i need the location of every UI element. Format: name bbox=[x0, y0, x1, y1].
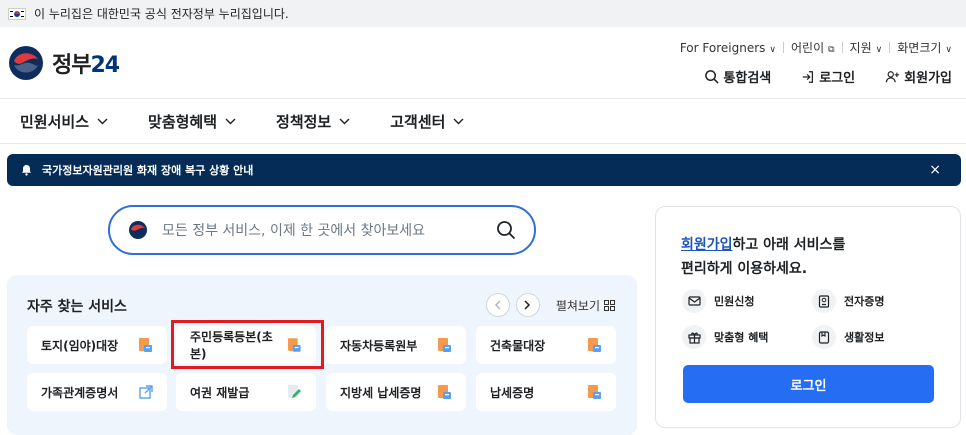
service-e-certificate[interactable]: 전자증명 bbox=[812, 289, 884, 313]
service-custom-benefits[interactable]: 맞춤형 혜택 bbox=[682, 325, 768, 349]
service-card-passport-reissue[interactable]: 여권 재발급 bbox=[176, 373, 316, 411]
header-actions: 통합검색 로그인 회원가입 bbox=[674, 67, 952, 86]
gov-official-banner: 이 누리집은 대한민국 공식 전자정부 누리집입니다. bbox=[0, 0, 966, 27]
service-label: 전자증명 bbox=[844, 295, 885, 308]
bell-icon bbox=[21, 164, 32, 176]
service-card-label: 납세증명 bbox=[490, 385, 535, 400]
site-header: 정부24 For Foreigners ∨ 어린이 ⧉ 지원 ∨ 화면크기 ∨ 통합검색… bbox=[0, 27, 966, 99]
korea-flag-icon bbox=[8, 7, 26, 20]
chevron-down-icon bbox=[339, 118, 350, 124]
divider bbox=[841, 42, 843, 53]
divider bbox=[782, 42, 784, 53]
search-icon[interactable] bbox=[496, 220, 516, 240]
login-message-line2: 편리하게 이용하세요. bbox=[681, 261, 808, 277]
nav-item-customer-center[interactable]: 고객센터 bbox=[390, 111, 464, 132]
taeguk-icon bbox=[129, 221, 147, 239]
service-card-label: 여권 재발급 bbox=[190, 385, 250, 400]
service-card-tax-certificate[interactable]: 납세증명 bbox=[476, 373, 616, 411]
document-edit-icon bbox=[288, 385, 301, 398]
service-label: 맞춤형 혜택 bbox=[714, 331, 769, 344]
view-all-button[interactable]: 펼쳐보기 bbox=[556, 297, 615, 314]
chevron-down-icon bbox=[453, 118, 464, 124]
login-link[interactable]: 로그인 bbox=[801, 67, 855, 86]
envelope-icon bbox=[682, 289, 706, 313]
notice-bar[interactable]: 국가정보자원관리원 화재 장애 복구 상황 안내 × bbox=[7, 154, 961, 186]
external-link-icon bbox=[139, 385, 153, 399]
for-foreigners-link[interactable]: For Foreigners ∨ bbox=[680, 41, 776, 55]
add-user-icon bbox=[885, 70, 900, 82]
service-card-family-relation[interactable]: 가족관계증명서 bbox=[27, 373, 167, 411]
chevron-down-icon: ∨ bbox=[875, 45, 883, 55]
highlight-box bbox=[171, 320, 324, 369]
service-card-local-tax-certificate[interactable]: 지방세 납세증명 bbox=[326, 373, 466, 411]
login-icon bbox=[803, 70, 814, 83]
kids-link[interactable]: 어린이 ⧉ bbox=[791, 39, 835, 56]
service-civil-application[interactable]: 민원신청 bbox=[682, 289, 754, 313]
frequent-services-controls: 펼쳐보기 bbox=[485, 293, 615, 317]
service-label: 민원신청 bbox=[714, 295, 755, 308]
nav-item-policy[interactable]: 정책정보 bbox=[276, 111, 350, 132]
nav-item-benefits[interactable]: 맞춤형혜택 bbox=[148, 111, 236, 132]
chevron-right-icon bbox=[524, 300, 531, 310]
search-input[interactable]: 모든 정부 서비스, 이제 한 곳에서 찾아보세요 bbox=[162, 220, 496, 240]
next-button[interactable] bbox=[515, 293, 540, 317]
grid-icon bbox=[604, 299, 615, 311]
main-nav: 민원서비스 맞춤형혜택 정책정보 고객센터 bbox=[0, 99, 966, 144]
support-menu[interactable]: 지원 ∨ bbox=[850, 39, 883, 56]
service-label: 생활정보 bbox=[844, 331, 885, 344]
service-living-info[interactable]: 생활정보 bbox=[812, 325, 884, 349]
divider bbox=[889, 42, 891, 53]
close-icon[interactable]: × bbox=[929, 162, 941, 178]
service-card-label: 토지(임야)대장 bbox=[41, 338, 119, 353]
bookmark-icon bbox=[812, 325, 836, 349]
nav-item-civil-service[interactable]: 민원서비스 bbox=[20, 111, 108, 132]
service-card-label: 자동차등록원부 bbox=[340, 338, 418, 353]
chevron-down-icon bbox=[97, 118, 108, 124]
taeguk-logo-icon bbox=[9, 46, 43, 80]
service-card-building-register[interactable]: 건축물대장 bbox=[476, 326, 616, 364]
frequent-services-title: 자주 찾는 서비스 bbox=[27, 299, 127, 315]
logo-text: 정부24 bbox=[52, 53, 120, 78]
service-card-label: 건축물대장 bbox=[490, 338, 546, 353]
gov24-logo[interactable]: 정부24 bbox=[8, 45, 120, 81]
document-print-icon bbox=[438, 385, 451, 399]
service-card-label: 지방세 납세증명 bbox=[340, 385, 422, 400]
signup-link[interactable]: 회원가입 bbox=[885, 67, 952, 86]
login-button[interactable]: 로그인 bbox=[683, 365, 934, 403]
gov-banner-text: 이 누리집은 대한민국 공식 전자정부 누리집입니다. bbox=[34, 7, 289, 21]
signup-inline-link[interactable]: 회원가입 bbox=[681, 237, 733, 253]
utility-links: For Foreigners ∨ 어린이 ⧉ 지원 ∨ 화면크기 ∨ bbox=[680, 39, 952, 56]
service-card-label: 가족관계증명서 bbox=[41, 385, 119, 400]
main-search-bar[interactable]: 모든 정부 서비스, 이제 한 곳에서 찾아보세요 bbox=[108, 205, 536, 255]
integrated-search-label: 통합검색 bbox=[723, 71, 772, 86]
gift-icon bbox=[682, 325, 706, 349]
prev-button[interactable] bbox=[485, 293, 510, 317]
login-panel: 회원가입하고 아래 서비스를 편리하게 이용하세요. 민원신청 전자증명 맞춤형… bbox=[655, 206, 961, 428]
signup-label: 회원가입 bbox=[904, 71, 952, 86]
certificate-icon bbox=[812, 289, 836, 313]
document-print-icon bbox=[588, 338, 601, 352]
document-print-icon bbox=[139, 338, 152, 352]
login-message-line1: 하고 아래 서비스를 bbox=[732, 237, 846, 253]
service-card-vehicle-register[interactable]: 자동차등록원부 bbox=[326, 326, 466, 364]
chevron-down-icon: ∨ bbox=[769, 44, 776, 55]
document-print-icon bbox=[438, 338, 451, 352]
notice-text: 국가정보자원관리원 화재 장애 복구 상황 안내 bbox=[42, 164, 254, 177]
search-icon bbox=[705, 70, 720, 84]
integrated-search-button[interactable]: 통합검색 bbox=[704, 67, 771, 86]
chevron-left-icon bbox=[495, 300, 501, 310]
login-message: 회원가입하고 아래 서비스를 편리하게 이용하세요. bbox=[681, 233, 845, 281]
document-print-icon bbox=[588, 385, 601, 399]
zoom-menu[interactable]: 화면크기 ∨ bbox=[897, 39, 952, 56]
chevron-down-icon bbox=[225, 118, 236, 124]
chevron-down-icon: ∨ bbox=[945, 45, 952, 55]
login-label: 로그인 bbox=[819, 71, 856, 86]
service-card-land-register[interactable]: 토지(임야)대장 bbox=[27, 326, 167, 364]
external-link-icon: ⧉ bbox=[828, 45, 835, 55]
